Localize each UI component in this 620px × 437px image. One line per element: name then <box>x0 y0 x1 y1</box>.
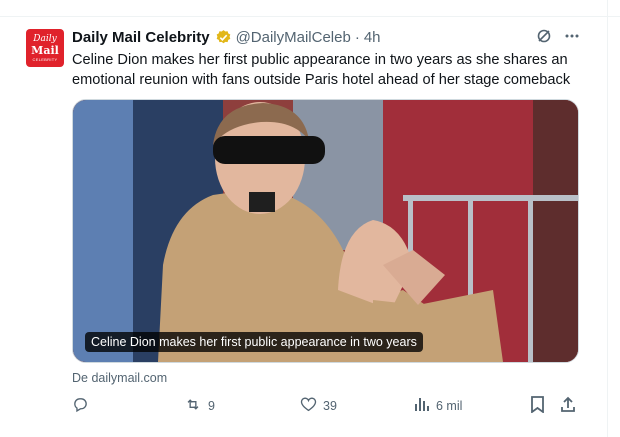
avatar[interactable]: Daily Mail CELEBRITY <box>26 29 64 67</box>
tweet-content: Daily Mail Celebrity @DailyMailCeleb · 4… <box>72 26 580 414</box>
avatar-line3: CELEBRITY <box>32 56 58 62</box>
header-separator: · <box>354 28 360 46</box>
link-source[interactable]: De dailymail.com <box>72 371 167 385</box>
retweet-icon <box>184 396 202 416</box>
account-name[interactable]: Daily Mail Celebrity <box>72 29 210 46</box>
tweet-time[interactable]: 4h <box>364 29 381 46</box>
tweet-header: Daily Mail Celebrity @DailyMailCeleb · 4… <box>72 26 580 48</box>
share-icon <box>560 396 576 416</box>
verified-badge-icon <box>215 29 232 46</box>
tweet-actions: 9 39 6 mil <box>72 396 577 418</box>
views-count: 6 mil <box>436 398 463 413</box>
media-caption: Celine Dion makes her first public appea… <box>85 332 423 352</box>
heart-icon <box>300 396 317 415</box>
more-options-icon[interactable] <box>564 28 580 48</box>
views-button[interactable]: 6 mil <box>414 396 462 415</box>
avatar-line2: Mail <box>31 43 59 57</box>
reply-icon <box>72 396 89 416</box>
bookmark-icon <box>530 396 545 416</box>
top-divider <box>0 0 620 17</box>
header-actions <box>536 28 580 48</box>
avatar-line1: Daily <box>33 33 57 44</box>
reply-button[interactable] <box>72 396 89 416</box>
like-count: 39 <box>323 398 337 413</box>
bookmark-button[interactable] <box>530 396 545 416</box>
photo-illustration <box>73 100 578 362</box>
retweet-button[interactable]: 9 <box>184 396 215 416</box>
link-card-image[interactable]: Celine Dion makes her first public appea… <box>72 99 579 363</box>
tweet-text: Celine Dion makes her first public appea… <box>72 52 571 88</box>
retweet-count: 9 <box>208 399 215 413</box>
views-chart-icon <box>414 396 430 415</box>
grok-icon[interactable] <box>536 28 552 48</box>
side-divider <box>607 0 608 437</box>
like-button[interactable]: 39 <box>300 396 337 415</box>
share-button[interactable] <box>560 396 576 416</box>
account-handle[interactable]: @DailyMailCeleb <box>236 29 351 46</box>
